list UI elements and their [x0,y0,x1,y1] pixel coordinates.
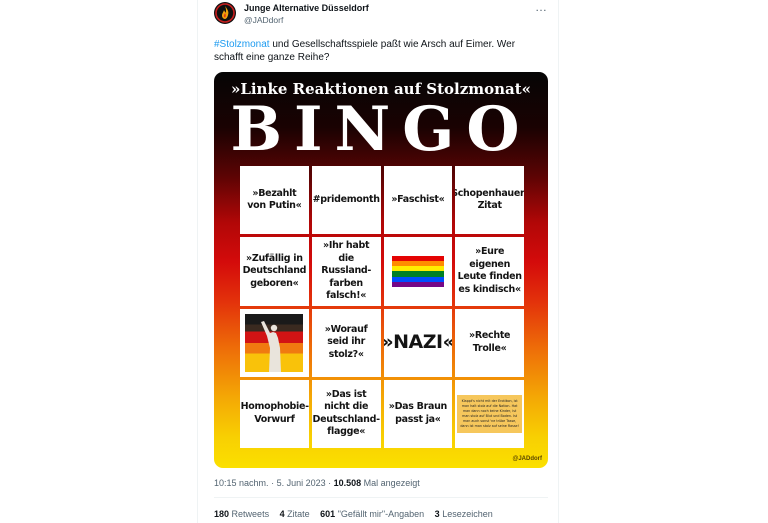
tweet-image[interactable]: »Linke Reaktionen auf Stolzmonat« BINGO … [214,72,548,468]
likes-label: "Gefällt mir"-Angaben [337,509,425,519]
likes-count: 601 [320,509,336,519]
retweets-count: 180 [214,509,230,519]
more-options-icon[interactable]: … [535,0,548,14]
bingo-cell: Homophobie-Vorwurf [240,379,309,448]
tweet-date[interactable]: 5. Juni 2023 [277,478,326,488]
tweet: Junge Alternative Düsseldorf @JADdorf … … [198,0,558,523]
pride-flag-icon [391,255,444,287]
bookmarks-stat[interactable]: 3 Lesezeichen [435,509,493,519]
image-headline: BINGO [230,94,532,165]
bookmarks-label: Lesezeichen [442,509,493,519]
bingo-cell: Schopenhauer-Zitat [455,166,524,235]
views-count: 10.508 [333,478,362,488]
bingo-cell: »Bezahlt von Putin« [240,166,309,235]
flag-stripe [391,281,444,287]
author-name[interactable]: Junge Alternative Düsseldorf [244,3,369,13]
avatar[interactable] [214,2,236,24]
bookmarks-count: 3 [434,509,440,519]
bingo-cell-pride-flag [383,237,453,306]
retweets-stat[interactable]: 180 Retweets [214,509,269,519]
quotes-count: 4 [279,509,285,519]
flame-logo-icon [215,3,235,23]
author-handle[interactable]: @JADdorf [244,15,283,25]
views-label: Mal angezeigt [363,478,420,488]
bingo-cell: »Das Braun passt ja« [383,379,453,448]
bingo-cell-poem: Klappt's nicht mit der Erotikon, ist man… [455,379,524,448]
poem-text: Klappt's nicht mit der Erotikon, ist man… [457,394,522,433]
bingo-cell: »Das ist nicht die Deutschland-flagge« [311,379,381,448]
image-watermark: @JADdorf [512,456,542,462]
bingo-cell: »Worauf seid ihr stolz?« [311,308,381,377]
bingo-cell: »Rechte Trolle« [455,308,524,377]
bingo-cell: »Ihr habt die Russland-farben falsch!« [311,237,381,306]
tweet-time[interactable]: 10:15 nachm. [214,478,269,488]
bingo-grid: »Bezahlt von Putin« #pridemonth »Faschis… [240,166,524,448]
bingo-cell: »Faschist« [383,166,453,235]
divider [214,497,548,498]
bingo-cell: »Zufällig in Deutschland geboren« [240,237,309,306]
tweet-text: #Stolzmonat und Gesellschaftsspiele paßt… [214,38,544,64]
quotes-stat[interactable]: 4 Zitate [280,509,310,519]
bingo-cell: #pridemonth [311,166,381,235]
hashtag-link[interactable]: #Stolzmonat [214,39,270,50]
likes-stat[interactable]: 601 "Gefällt mir"-Angaben [320,509,424,519]
bingo-cell-nazi: »NAZI« [383,308,453,377]
bingo-cell-photo [240,308,309,377]
quotes-label: Zitate [287,509,310,519]
retweets-label: Retweets [231,509,270,519]
engagement-stats: 180 Retweets 4 Zitate 601 "Gefällt mir"-… [214,509,501,519]
saluting-figure-image [245,313,304,372]
tweet-timestamp: 10:15 nachm. · 5. Juni 2023 · 10.508 Mal… [214,478,420,488]
bingo-cell: »Eure eigenen Leute finden es kindisch« [455,237,524,306]
timeline-right-border [558,0,559,523]
